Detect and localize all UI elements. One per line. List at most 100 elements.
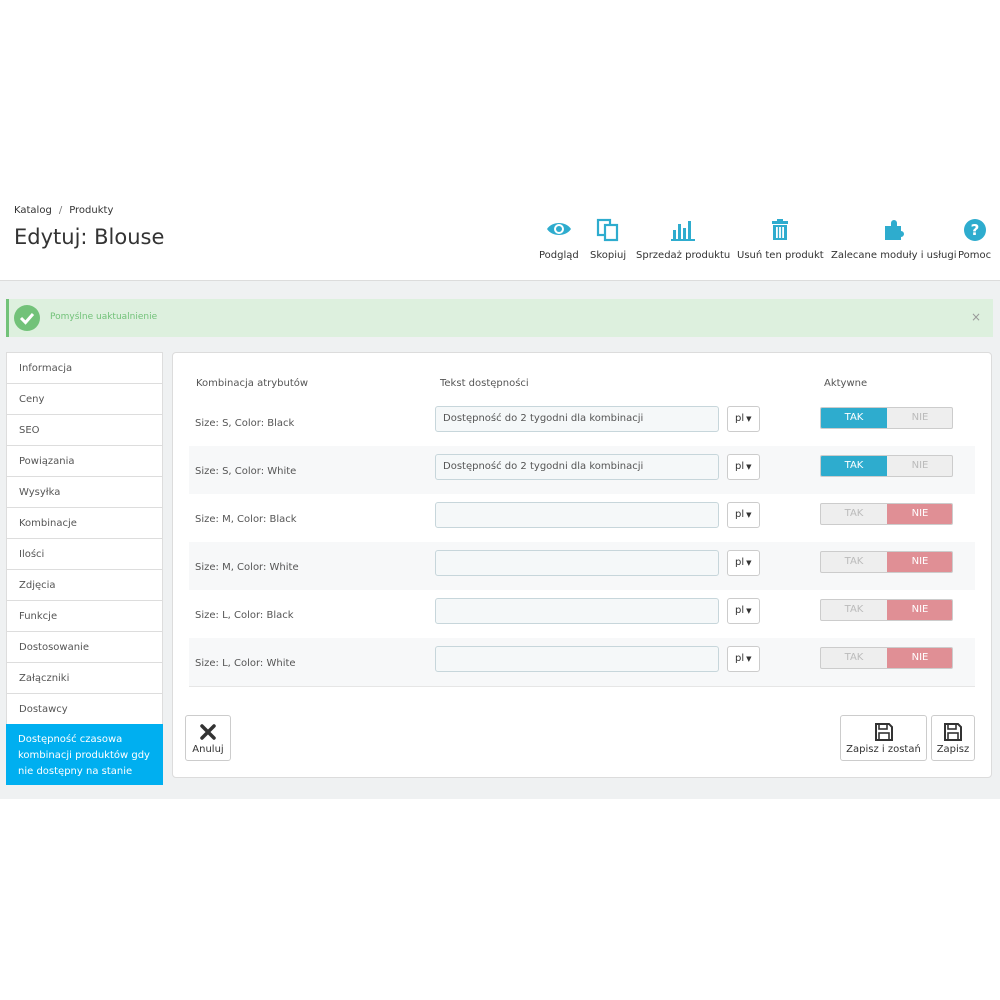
trash-icon — [737, 218, 824, 244]
availability-text-input[interactable] — [435, 550, 719, 576]
switch-no[interactable]: NIE — [887, 456, 952, 476]
help-icon: ? — [958, 218, 991, 244]
sales-button[interactable]: Sprzedaż produktu — [636, 218, 730, 261]
breadcrumb-products[interactable]: Produkty — [69, 205, 113, 216]
sidebar-item-zdjecia[interactable]: Zdjęcia — [6, 569, 163, 600]
table-header: Kombinacja atrybutów Tekst dostępności A… — [189, 370, 975, 399]
sidebar-item-powiazania[interactable]: Powiązania — [6, 445, 163, 476]
active-switch[interactable]: TAK NIE — [820, 407, 953, 429]
switch-yes[interactable]: TAK — [821, 552, 887, 572]
sidebar-item-ceny[interactable]: Ceny — [6, 383, 163, 414]
availability-text-input[interactable]: Dostępność do 2 tygodni dla kombinacji — [435, 454, 719, 480]
save-icon — [841, 722, 926, 744]
svg-text:?: ? — [970, 221, 979, 239]
help-label: Pomoc — [958, 250, 992, 261]
recommended-modules-button[interactable]: Zalecane moduły i usługi — [831, 218, 957, 261]
sidebar-item-wysylka[interactable]: Wysyłka — [6, 476, 163, 507]
caret-down-icon: ▼ — [746, 655, 752, 663]
combination-label: Size: M, Color: White — [195, 562, 299, 573]
preview-button[interactable]: Podgląd — [539, 218, 579, 261]
sidebar-item-zalaczniki[interactable]: Załączniki — [6, 662, 163, 693]
header-availability-text: Tekst dostępności — [440, 378, 529, 389]
caret-down-icon: ▼ — [746, 559, 752, 567]
sidebar-item-availability[interactable]: Dostępność czasowa kombinacji produktów … — [6, 724, 163, 785]
sidebar-item-kombinacje[interactable]: Kombinacje — [6, 507, 163, 538]
switch-no[interactable]: NIE — [887, 408, 952, 428]
cancel-button[interactable]: Anuluj — [185, 715, 231, 761]
sidebar-item-dostawcy[interactable]: Dostawcy — [6, 693, 163, 724]
table-row: Size: L, Color: Black pl ▼ TAK NIE — [189, 590, 975, 639]
availability-text-input[interactable] — [435, 598, 719, 624]
active-switch[interactable]: TAK NIE — [820, 599, 953, 621]
header-combination: Kombinacja atrybutów — [196, 378, 309, 389]
close-icon — [186, 722, 230, 744]
caret-down-icon: ▼ — [746, 463, 752, 471]
delete-product-label: Usuń ten produkt — [737, 250, 824, 261]
active-switch[interactable]: TAK NIE — [820, 647, 953, 669]
sales-label: Sprzedaż produktu — [636, 250, 731, 261]
product-tabs-sidebar: Informacja Ceny SEO Powiązania Wysyłka K… — [6, 352, 163, 785]
switch-no[interactable]: NIE — [887, 600, 952, 620]
sidebar-item-dostosowanie[interactable]: Dostosowanie — [6, 631, 163, 662]
caret-down-icon: ▼ — [746, 607, 752, 615]
combination-label: Size: L, Color: Black — [195, 610, 294, 621]
language-dropdown[interactable]: pl ▼ — [727, 406, 760, 432]
language-code: pl — [735, 653, 745, 664]
table-row: Size: M, Color: Black pl ▼ TAK NIE — [189, 494, 975, 543]
language-code: pl — [735, 605, 745, 616]
combination-label: Size: M, Color: Black — [195, 514, 297, 525]
combination-label: Size: L, Color: White — [195, 658, 296, 669]
table-row: Size: S, Color: Black Dostępność do 2 ty… — [189, 398, 975, 447]
sidebar-item-seo[interactable]: SEO — [6, 414, 163, 445]
breadcrumb: Katalog / Produkty — [14, 205, 113, 216]
availability-text-input[interactable] — [435, 502, 719, 528]
language-dropdown[interactable]: pl ▼ — [727, 454, 760, 480]
switch-yes[interactable]: TAK — [821, 648, 887, 668]
check-circle-icon — [14, 305, 40, 331]
active-switch[interactable]: TAK NIE — [820, 503, 953, 525]
eye-icon — [539, 218, 579, 244]
language-dropdown[interactable]: pl ▼ — [727, 550, 760, 576]
combination-label: Size: S, Color: White — [195, 466, 297, 477]
help-button[interactable]: ? Pomoc — [958, 218, 991, 261]
caret-down-icon: ▼ — [746, 415, 752, 423]
close-icon[interactable]: × — [971, 310, 981, 324]
copy-icon — [590, 218, 626, 244]
combination-label: Size: S, Color: Black — [195, 418, 295, 429]
combinations-availability-panel: Kombinacja atrybutów Tekst dostępności A… — [172, 352, 992, 778]
switch-yes[interactable]: TAK — [821, 600, 887, 620]
language-code: pl — [735, 557, 745, 568]
language-code: pl — [735, 461, 745, 472]
switch-no[interactable]: NIE — [887, 504, 952, 524]
switch-yes[interactable]: TAK — [821, 456, 887, 476]
language-dropdown[interactable]: pl ▼ — [727, 646, 760, 672]
save-and-stay-button[interactable]: Zapisz i zostań — [840, 715, 927, 761]
switch-yes[interactable]: TAK — [821, 408, 887, 428]
availability-text-input[interactable] — [435, 646, 719, 672]
breadcrumb-catalog[interactable]: Katalog — [14, 205, 52, 216]
language-dropdown[interactable]: pl ▼ — [727, 598, 760, 624]
breadcrumb-separator: / — [58, 205, 63, 216]
duplicate-label: Skopiuj — [590, 250, 627, 261]
language-dropdown[interactable]: pl ▼ — [727, 502, 760, 528]
alert-message: Pomyślne uaktualnienie — [50, 312, 158, 322]
sidebar-item-ilosci[interactable]: Ilości — [6, 538, 163, 569]
availability-text-input[interactable]: Dostępność do 2 tygodni dla kombinacji — [435, 406, 719, 432]
save-and-stay-label: Zapisz i zostań — [846, 744, 921, 755]
duplicate-button[interactable]: Skopiuj — [590, 218, 626, 261]
save-label: Zapisz — [936, 744, 970, 755]
switch-yes[interactable]: TAK — [821, 504, 887, 524]
active-switch[interactable]: TAK NIE — [820, 455, 953, 477]
header-active: Aktywne — [824, 378, 868, 389]
save-icon — [932, 722, 974, 744]
switch-no[interactable]: NIE — [887, 552, 952, 572]
delete-product-button[interactable]: Usuń ten produkt — [737, 218, 824, 261]
save-button[interactable]: Zapisz — [931, 715, 975, 761]
page-header: Katalog / Produkty Edytuj: Blouse Podgląd … — [0, 192, 1000, 281]
sidebar-item-informacja[interactable]: Informacja — [6, 352, 163, 383]
success-alert: Pomyślne uaktualnienie × — [6, 299, 993, 337]
active-switch[interactable]: TAK NIE — [820, 551, 953, 573]
sidebar-item-funkcje[interactable]: Funkcje — [6, 600, 163, 631]
switch-no[interactable]: NIE — [887, 648, 952, 668]
recommended-modules-label: Zalecane moduły i usługi — [831, 250, 957, 261]
